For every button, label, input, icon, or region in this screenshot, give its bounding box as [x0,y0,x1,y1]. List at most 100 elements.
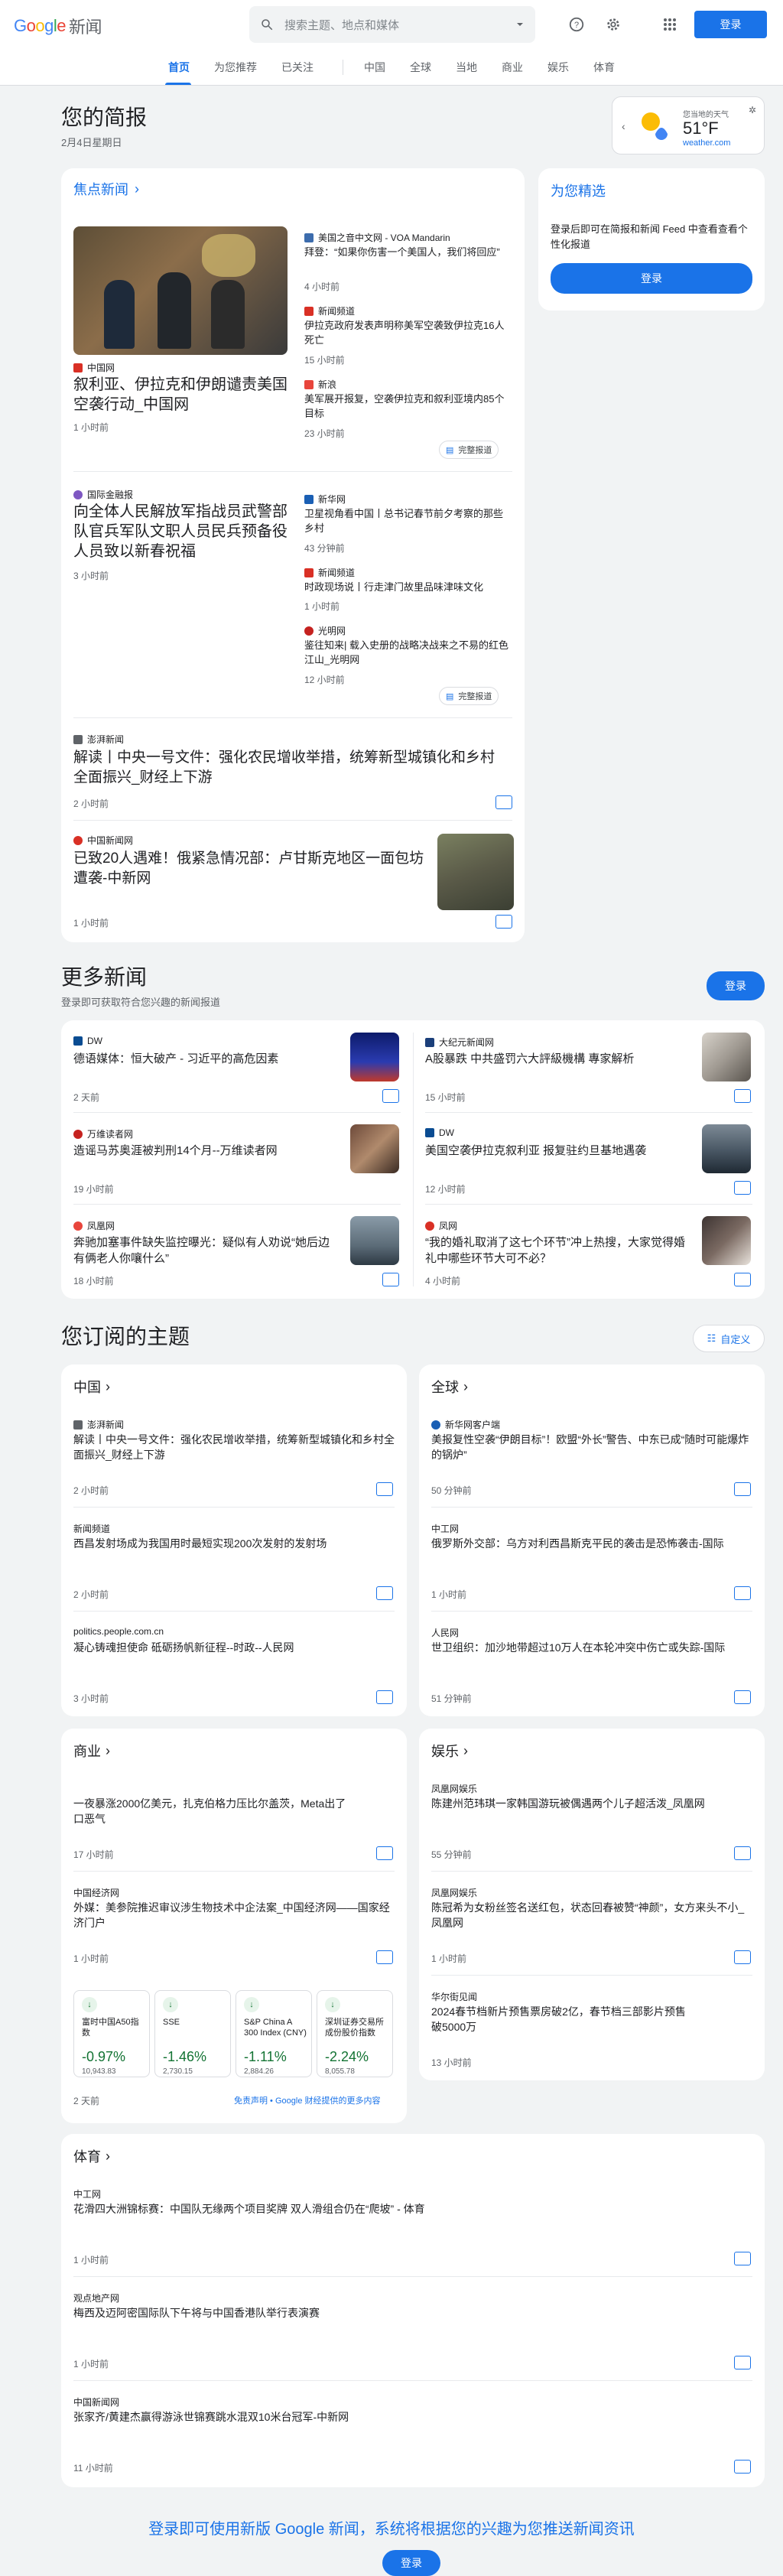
topic-china-title[interactable]: 中国 › [73,1377,110,1397]
stock-card[interactable]: ↓ S&P China A 300 Index (CNY) -1.11% 2,8… [236,1990,312,2077]
apps-grid-icon[interactable] [661,15,679,34]
customize-button[interactable]: ☷ 自定义 [693,1325,765,1352]
full-coverage-icon[interactable] [734,1089,751,1103]
full-coverage-button[interactable]: ▤ 完整报道 [439,441,499,459]
full-coverage-icon[interactable] [382,1273,399,1286]
weather-widget[interactable]: ‹ 您当地的天气 51°F weather.com ✲ [612,96,765,154]
sports-item3-headline[interactable]: 张家齐/黄建杰赢得游泳世锦赛跳水混双10米台冠军-中新网 [73,2409,746,2425]
more-item6-headline[interactable]: “我的婚礼取消了这七个环节”冲上热搜，大家觉得婚礼中哪些环节大可不必？ [425,1234,685,1267]
full-coverage-icon[interactable] [495,795,512,809]
single2-image[interactable] [437,834,514,910]
full-coverage-icon[interactable] [734,1690,751,1704]
tab-business[interactable]: 商业 [502,49,523,86]
full-coverage-icon[interactable] [376,1690,393,1704]
china-item2-headline[interactable]: 西昌发射场成为我国用时最短实现200次发射的发射场 [73,1536,395,1551]
tab-home[interactable]: 首页 [168,49,190,86]
cluster1-side2-headline[interactable]: 伊拉克政府发表声明称美军空袭致伊拉克16人死亡 [304,318,511,347]
ent-item1-headline[interactable]: 陈建州范玮琪一家韩国游玩被偶遇两个儿子超活泼_凤凰网 [431,1796,714,1811]
weather-settings-icon[interactable]: ✲ [749,105,756,115]
business-item2-headline[interactable]: 外媒：美参院推迟审议涉生物技术中企法案_中国经济网——国家经济门户 [73,1900,395,1930]
stock-card[interactable]: ↓ SSE -1.46% 2,730.15 [154,1990,231,2077]
more-item3-headline[interactable]: 造谣马苏奥涯被判刑14个月--万维读者网 [73,1143,333,1159]
topic-sports-title[interactable]: 体育 › [73,2146,110,2166]
single2-headline[interactable]: 已致20人遇难！俄紧急情况部：卢甘斯克地区一面包坊遭袭-中新网 [73,849,425,889]
single1-headline[interactable]: 解读丨中央一号文件：强化农民增收举措，统筹新型城镇化和乡村全面振兴_财经上下游 [73,748,502,788]
full-coverage-icon[interactable] [734,1273,751,1286]
tab-china[interactable]: 中国 [364,49,385,86]
china-item3-headline[interactable]: 凝心铸魂担使命 砥砺扬帆新征程--时政--人民网 [73,1640,395,1655]
full-coverage-icon[interactable] [734,2252,751,2265]
cluster1-side3-headline[interactable]: 美军展开报复，空袭伊拉克和叙利亚境内85个目标 [304,392,511,421]
more-item4-image[interactable] [702,1124,751,1173]
cluster2-side2-headline[interactable]: 时政现场说丨行走津门故里品味津味文化 [304,580,511,594]
full-coverage-icon[interactable] [376,1586,393,1600]
tab-following[interactable]: 已关注 [281,49,314,86]
more-item3-image[interactable] [350,1124,399,1173]
full-coverage-icon[interactable] [734,1181,751,1195]
more-news-signin-button[interactable]: 登录 [707,971,765,1000]
topic-business-title[interactable]: 商业 › [73,1741,110,1761]
headlines-title[interactable]: 焦点新闻 › [73,179,139,199]
full-coverage-button[interactable]: ▤ 完整报道 [439,687,499,705]
more-item1-headline[interactable]: 德语媒体：恒大破产 - 习近平的高危因素 [73,1051,333,1067]
chevron-left-icon[interactable]: ‹ [622,120,625,132]
topic-entertainment-title[interactable]: 娱乐 › [431,1741,468,1761]
cluster1-image[interactable] [73,226,288,355]
stock-card[interactable]: ↓ 深圳证券交易所成份股价指数 -2.24% 8,055.78 [317,1990,393,2077]
full-coverage-icon[interactable] [376,1846,393,1860]
full-coverage-icon[interactable] [382,1089,399,1103]
cluster1-side1-headline[interactable]: 拜登：“如果你伤害一个美国人，我们将回应” [304,245,511,259]
footer-signin-button[interactable]: 登录 [382,2550,440,2576]
business-item1-headline[interactable]: 一夜暴涨2000亿美元，扎克伯格力压比尔盖茨，Meta出了口恶气 [73,1796,349,1826]
search-input[interactable]: 搜索主题、地点和媒体 [284,17,515,33]
cluster2-side1-headline[interactable]: 卫星视角看中国丨总书记春节前夕考察的那些乡村 [304,506,511,535]
world-item3-headline[interactable]: 世卫组织：加沙地带超过10万人在本轮冲突中伤亡或失踪-国际 [431,1640,752,1655]
full-coverage-icon[interactable] [734,1846,751,1860]
stock-card[interactable]: ↓ 富时中国A50指数 -0.97% 10,943.83 [73,1990,150,2077]
tab-sports[interactable]: 体育 [593,49,615,86]
world-item2-headline[interactable]: 俄罗斯外交部：乌方对利西昌斯克平民的袭击是恐怖袭击-国际 [431,1536,752,1551]
tab-for-you[interactable]: 为您推荐 [214,49,257,86]
cluster1-headline[interactable]: 叙利亚、伊拉克和伊朗谴责美国空袭行动_中国网 [73,375,288,415]
search-box[interactable]: 搜索主题、地点和媒体 [249,6,535,43]
full-coverage-icon[interactable] [376,1950,393,1964]
tab-entertainment[interactable]: 娱乐 [547,49,569,86]
full-coverage-icon[interactable] [495,915,512,929]
more-item2-image[interactable] [702,1033,751,1081]
header-signin-button[interactable]: 登录 [694,11,767,38]
full-coverage-icon[interactable] [734,1950,751,1964]
topic-world-title[interactable]: 全球 › [431,1377,468,1397]
more-item5-headline[interactable]: 奔驰加塞事件缺失监控曝光：疑似有人劝说“她后边有俩老人你嚷什么” [73,1234,333,1267]
ent-item2-time: 1 小时前 [431,1953,467,1964]
tab-local[interactable]: 当地 [456,49,477,86]
source-name: 新闻频道 [318,568,356,578]
picks-signin-button[interactable]: 登录 [551,263,752,294]
china-item1-headline[interactable]: 解读丨中央一号文件：强化农民增收举措，统筹新型城镇化和乡村全面振兴_财经上下游 [73,1432,395,1462]
tab-world[interactable]: 全球 [410,49,431,86]
full-coverage-icon[interactable] [734,1482,751,1496]
finance-disclaimer-link[interactable]: 免责声明 • Google 财经提供的更多内容 [234,2094,381,2106]
chevron-down-icon[interactable] [515,20,525,29]
google-news-logo[interactable]: Google 新闻 [14,14,102,38]
more-item6-image[interactable] [702,1216,751,1265]
help-icon[interactable]: ? [567,15,586,34]
full-coverage-icon[interactable] [734,2460,751,2474]
full-coverage-icon[interactable] [376,1482,393,1496]
ent-item2-headline[interactable]: 陈冠希为女粉丝签名送红包，状态回春被赞“神颜”，女方来头不小_凤凰网 [431,1900,752,1930]
source-name: 新闻频道 [318,306,356,317]
cluster2-headline[interactable]: 向全体人民解放军指战员武警部队官兵军队文职人员民兵预备役人员致以新春祝福 [73,502,288,561]
cluster2-side3-headline[interactable]: 鉴往知来| 载入史册的战略决战来之不易的红色江山_光明网 [304,638,511,667]
more-item4-headline[interactable]: 美国空袭伊拉克叙利亚 报复驻约旦基地遇袭 [425,1143,685,1159]
world-item1-headline[interactable]: 美报复性空袭“伊朗目标”！欧盟“外长”警告、中东已成“随时可能爆炸的锅炉” [431,1432,752,1462]
more-item1-image[interactable] [350,1033,399,1081]
sports-item2-headline[interactable]: 梅西及迈阿密国际队下午将与中国香港队举行表演赛 [73,2305,746,2321]
full-coverage-icon[interactable] [734,2356,751,2369]
stock-name: 深圳证券交易所成份股价指数 [325,2018,384,2038]
full-coverage-icon[interactable] [734,1586,751,1600]
sports-item1-headline[interactable]: 花滑四大洲锦标赛：中国队无缘两个项目奖牌 双人滑组合仍在“爬坡” - 体育 [73,2201,746,2217]
ent-item3-headline[interactable]: 2024春节档新片预售票房破2亿，春节档三部影片预售破5000万 [431,2004,691,2034]
weather-source-link[interactable]: weather.com [683,138,730,148]
more-item2-headline[interactable]: A股暴跌 中共盛罚六大評級機構 專家解析 [425,1051,685,1067]
settings-gear-icon[interactable] [604,15,622,34]
more-item5-image[interactable] [350,1216,399,1265]
